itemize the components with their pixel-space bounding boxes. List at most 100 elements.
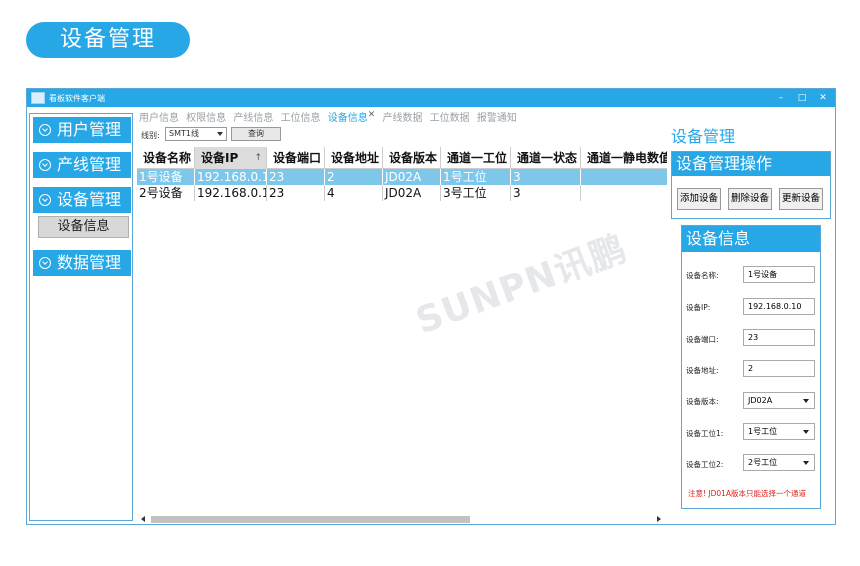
tab-strip: 用户信息 权限信息 产线信息 工位信息 设备信息× 产线数据 工位数据 报警通知 [139, 109, 521, 124]
tab-label: 设备信息 [327, 113, 368, 124]
page-banner: 设备管理 [26, 22, 190, 58]
column-header[interactable]: 通道一状态 [511, 147, 581, 169]
notice-text: 注意! JD01A版本只能选择一个通道 [688, 489, 807, 498]
table-cell: 2 [325, 169, 383, 185]
scrollbar-thumb[interactable] [151, 516, 470, 523]
tab-line-data[interactable]: 产线数据 [382, 113, 422, 124]
column-header[interactable]: 通道一工位 [441, 147, 511, 169]
sidebar-item-data-management[interactable]: 数据管理 [33, 250, 131, 276]
device-table: 设备名称 设备IP ↑ 设备端口 设备地址 设备版本 通道一工位 通道一状态 通… [137, 147, 667, 203]
line-filter-label: 线别: [141, 131, 160, 140]
close-icon[interactable]: ✕ [816, 91, 830, 105]
device-operations-panel: 设备管理操作 添加设备 删除设备 更新设备 [671, 151, 831, 219]
scroll-left-icon[interactable] [141, 516, 145, 522]
tab-device-info[interactable]: 设备信息× [327, 110, 376, 124]
table-cell: 4 [325, 185, 383, 201]
table-cell: 3 [511, 169, 581, 185]
device-address-input[interactable]: 2 [743, 360, 815, 377]
chevron-down-icon [217, 132, 223, 136]
table-cell: JD02A [383, 185, 441, 201]
sidebar-subitem-device-info[interactable]: 设备信息 [38, 216, 129, 238]
column-header[interactable]: 设备地址 [325, 147, 383, 169]
sidebar-item-device-management[interactable]: 设备管理 [33, 187, 131, 213]
column-header-label: 设备IP [201, 151, 239, 165]
maximize-icon[interactable]: □ [795, 91, 809, 105]
sidebar-item-label: 用户管理 [57, 120, 122, 139]
device-info-panel: 设备信息 设备名称: 1号设备 设备IP: 192.168.0.10 设备端口:… [681, 225, 821, 509]
field-label: 设备工位2: [686, 460, 724, 469]
field-label: 设备地址: [686, 366, 719, 375]
sort-ascending-icon: ↑ [254, 153, 262, 163]
tab-station-data[interactable]: 工位数据 [430, 113, 470, 124]
table-cell [581, 185, 667, 201]
operations-header: 设备管理操作 [672, 152, 830, 176]
title-bar: 看板软件客户端 – □ ✕ [27, 89, 835, 107]
sidebar: 用户管理 产线管理 设备管理 设备信息 数据管理 [29, 113, 133, 521]
table-cell: 23 [267, 185, 325, 201]
field-label: 设备IP: [686, 303, 711, 312]
device-ip-input[interactable]: 192.168.0.10 [743, 298, 815, 315]
chevron-down-icon [39, 124, 51, 136]
table-cell: 2号设备 [137, 185, 195, 201]
device-station2-select[interactable]: 2号工位 [743, 454, 815, 471]
line-select[interactable]: SMT1线 [165, 127, 227, 141]
table-cell: 3号工位 [441, 185, 511, 201]
column-header[interactable]: 设备名称 [137, 147, 195, 169]
device-version-select[interactable]: JD02A [743, 392, 815, 409]
field-label: 设备工位1: [686, 429, 724, 438]
minimize-icon[interactable]: – [774, 91, 788, 105]
table-cell: 1号设备 [137, 169, 195, 185]
table-row[interactable]: 1号设备 192.168.0.10 23 2 JD02A 1号工位 3 [137, 169, 667, 185]
sidebar-item-label: 设备管理 [57, 190, 122, 209]
device-station1-select[interactable]: 1号工位 [743, 423, 815, 440]
field-label: 设备端口: [686, 335, 719, 344]
right-panel-title: 设备管理 [671, 127, 736, 146]
device-info-header: 设备信息 [682, 226, 820, 252]
add-device-button[interactable]: 添加设备 [677, 188, 721, 210]
line-select-value: SMT1线 [169, 129, 199, 138]
query-button[interactable]: 查询 [231, 127, 281, 141]
tab-station-info[interactable]: 工位信息 [281, 113, 321, 124]
select-value: JD02A [748, 396, 773, 405]
sidebar-item-line-management[interactable]: 产线管理 [33, 152, 131, 178]
chevron-down-icon [39, 159, 51, 171]
update-device-button[interactable]: 更新设备 [779, 188, 823, 210]
sidebar-item-label: 产线管理 [57, 155, 122, 174]
tab-permission-info[interactable]: 权限信息 [186, 113, 226, 124]
tab-line-info[interactable]: 产线信息 [233, 113, 273, 124]
tab-user-info[interactable]: 用户信息 [139, 113, 179, 124]
table-cell: 192.168.0.10 [195, 185, 267, 201]
table-cell: 3 [511, 185, 581, 201]
select-value: 2号工位 [748, 458, 778, 467]
horizontal-scrollbar[interactable] [139, 515, 663, 525]
table-header: 设备名称 设备IP ↑ 设备端口 设备地址 设备版本 通道一工位 通道一状态 通… [137, 147, 667, 169]
table-cell [581, 169, 667, 185]
sidebar-item-user-management[interactable]: 用户管理 [33, 117, 131, 143]
device-port-input[interactable]: 23 [743, 329, 815, 346]
sidebar-item-label: 数据管理 [57, 253, 122, 272]
tab-alarm-notice[interactable]: 报警通知 [477, 113, 517, 124]
table-cell: 192.168.0.10 [195, 169, 267, 185]
table-row[interactable]: 2号设备 192.168.0.10 23 4 JD02A 3号工位 3 [137, 185, 667, 201]
tab-close-icon[interactable]: × [368, 110, 376, 120]
device-name-input[interactable]: 1号设备 [743, 266, 815, 283]
table-cell: 1号工位 [441, 169, 511, 185]
table-cell: JD02A [383, 169, 441, 185]
delete-device-button[interactable]: 删除设备 [728, 188, 772, 210]
chevron-down-icon [39, 257, 51, 269]
column-header[interactable]: 通道一静电数值 [581, 147, 667, 169]
column-header-sorted[interactable]: 设备IP ↑ [195, 147, 267, 169]
field-label: 设备版本: [686, 397, 719, 406]
chevron-down-icon [803, 461, 809, 465]
app-icon [31, 92, 45, 104]
chevron-down-icon [39, 194, 51, 206]
select-value: 1号工位 [748, 427, 778, 436]
column-header[interactable]: 设备版本 [383, 147, 441, 169]
table-cell: 23 [267, 169, 325, 185]
chevron-down-icon [803, 399, 809, 403]
window-title: 看板软件客户端 [49, 94, 105, 103]
chevron-down-icon [803, 430, 809, 434]
scroll-right-icon[interactable] [657, 516, 661, 522]
field-label: 设备名称: [686, 271, 719, 280]
column-header[interactable]: 设备端口 [267, 147, 325, 169]
